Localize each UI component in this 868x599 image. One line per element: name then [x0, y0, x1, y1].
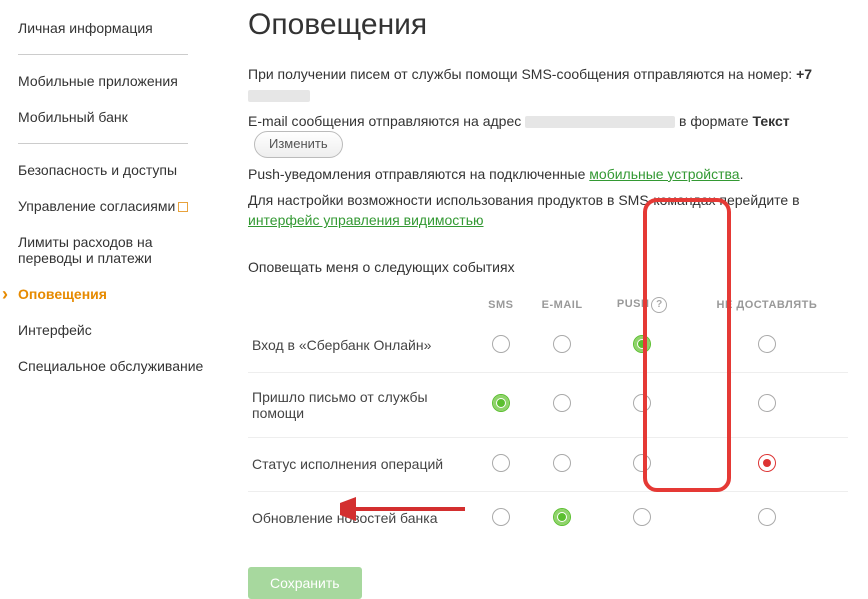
radio-support-push[interactable]	[633, 394, 651, 412]
radio-news-sms[interactable]	[492, 508, 510, 526]
save-button[interactable]: Сохранить	[248, 567, 362, 599]
format-label: Текст	[752, 113, 789, 129]
page-title: Оповещения	[248, 8, 848, 42]
radio-support-sms[interactable]	[492, 394, 510, 412]
main-content: Оповещения При получении писем от службы…	[218, 0, 868, 599]
badge-icon	[178, 202, 188, 212]
radio-login-sms[interactable]	[492, 335, 510, 353]
change-button[interactable]: Изменить	[254, 131, 343, 158]
col-push: PUSH?	[599, 291, 686, 319]
sidebar-item-special[interactable]: Специальное обслуживание	[18, 348, 218, 384]
radio-news-push[interactable]	[633, 508, 651, 526]
radio-support-none[interactable]	[758, 394, 776, 412]
radio-status-email[interactable]	[553, 454, 571, 472]
info-block: При получении писем от службы помощи SMS…	[248, 64, 848, 231]
radio-status-sms[interactable]	[492, 454, 510, 472]
sidebar-item-consents[interactable]: Управление согласиями	[18, 188, 218, 224]
redacted-email	[525, 116, 675, 128]
sidebar-item-personal[interactable]: Личная информация	[18, 10, 218, 46]
sidebar-item-limits[interactable]: Лимиты расходов на переводы и платежи	[18, 224, 218, 276]
section-title: Оповещать меня о следующих событиях	[248, 259, 848, 275]
help-icon[interactable]: ?	[651, 297, 667, 313]
radio-login-push[interactable]	[633, 335, 651, 353]
sidebar: Личная информация Мобильные приложения М…	[0, 0, 218, 599]
radio-login-none[interactable]	[758, 335, 776, 353]
col-none: НЕ ДОСТАВЛЯТЬ	[686, 291, 848, 319]
phone-prefix: +7	[796, 66, 812, 82]
row-news-label: Обновление новостей банка	[248, 491, 476, 545]
row-support-label: Пришло письмо от службы помощи	[248, 372, 476, 437]
devices-link[interactable]: мобильные устройства	[589, 166, 739, 182]
radio-support-email[interactable]	[553, 394, 571, 412]
col-email: E-MAIL	[526, 291, 599, 319]
notifications-table: SMS E-MAIL PUSH? НЕ ДОСТАВЛЯТЬ Вход в «С…	[248, 291, 848, 545]
divider	[18, 143, 188, 144]
row-login-label: Вход в «Сбербанк Онлайн»	[248, 319, 476, 373]
divider	[18, 54, 188, 55]
sidebar-item-interface[interactable]: Интерфейс	[18, 312, 218, 348]
col-sms: SMS	[476, 291, 526, 319]
row-status-label: Статус исполнения операций	[248, 437, 476, 491]
sidebar-item-mobile-bank[interactable]: Мобильный банк	[18, 99, 218, 135]
sidebar-item-security[interactable]: Безопасность и доступы	[18, 152, 218, 188]
visibility-link[interactable]: интерфейс управления видимостью	[248, 212, 484, 228]
sidebar-item-apps[interactable]: Мобильные приложения	[18, 63, 218, 99]
radio-login-email[interactable]	[553, 335, 571, 353]
sidebar-item-notifications[interactable]: Оповещения	[18, 276, 218, 312]
radio-status-push[interactable]	[633, 454, 651, 472]
radio-news-none[interactable]	[758, 508, 776, 526]
radio-news-email[interactable]	[553, 508, 571, 526]
radio-status-none[interactable]	[758, 454, 776, 472]
redacted-phone	[248, 90, 310, 102]
